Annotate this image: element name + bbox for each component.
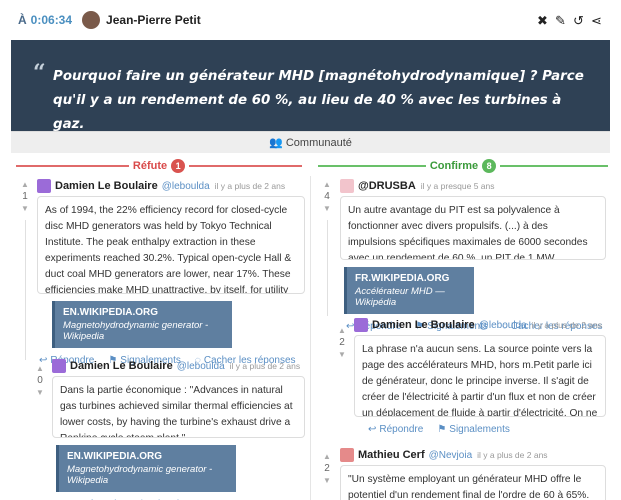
reply-icon: ↩ bbox=[368, 424, 377, 435]
argument-meta: Mathieu Cerf @Nevjoia il y a plus de 2 a… bbox=[340, 447, 606, 463]
avatar bbox=[354, 318, 368, 332]
source-domain: EN.WIKIPEDIA.ORG bbox=[67, 451, 163, 462]
reports-button[interactable]: ⚑Signalements bbox=[437, 424, 510, 435]
upvote-icon[interactable]: ▲ bbox=[320, 180, 334, 190]
refute-line bbox=[16, 165, 129, 167]
downvote-icon[interactable]: ▼ bbox=[320, 476, 334, 486]
header-actions: ✖ ✎ ↺ ⋖ bbox=[536, 14, 603, 27]
argument-card: Damien Le Boulaire @leboulda il y a plus… bbox=[37, 178, 305, 366]
refute-label: Réfute bbox=[132, 160, 168, 172]
avatar bbox=[52, 359, 66, 373]
refute-header: Réfute 1 bbox=[16, 158, 303, 174]
argument-text: Dans la partie économique : "Advances in… bbox=[52, 376, 305, 438]
vote-score: 2 bbox=[339, 337, 345, 348]
vote-widget: ▲ 0 ▼ bbox=[33, 364, 47, 398]
confirm-line bbox=[318, 165, 426, 167]
argument-meta: @DRUSBA il y a presque 5 ans bbox=[340, 178, 606, 194]
quote-icon: “ bbox=[33, 60, 46, 86]
argument-time: il y a plus de 2 ans bbox=[477, 450, 548, 460]
argument-time: il y a plus de 2 ans bbox=[214, 181, 286, 191]
vote-widget: ▲ 2 ▼ bbox=[335, 326, 349, 360]
vote-score: 0 bbox=[37, 375, 43, 386]
argument-author[interactable]: Damien Le Boulaire bbox=[55, 180, 158, 192]
speaker-avatar bbox=[82, 11, 101, 29]
source-link[interactable]: FR.WIKIPEDIA.ORG Accélérateur MHD — Wiki… bbox=[344, 267, 474, 314]
argument-card: @DRUSBA il y a presque 5 ans Un autre av… bbox=[340, 178, 606, 332]
argument-card: Mathieu Cerf @Nevjoia il y a plus de 2 a… bbox=[340, 447, 606, 500]
source-description: Magnetohydrodynamic generator - Wikipedi… bbox=[67, 464, 213, 486]
community-tab[interactable]: 👥 Communauté bbox=[11, 131, 610, 153]
argument-text: Un autre avantage du PIT est sa polyvale… bbox=[340, 196, 606, 260]
vote-score: 1 bbox=[22, 191, 28, 202]
vote-widget: ▲ 2 ▼ bbox=[320, 452, 334, 486]
community-label: Communauté bbox=[285, 137, 352, 149]
argument-author[interactable]: Damien Le Boulaire bbox=[70, 360, 173, 372]
avatar bbox=[340, 448, 354, 462]
argument-author[interactable]: Damien Le Boulaire bbox=[372, 319, 475, 331]
upvote-icon[interactable]: ▲ bbox=[320, 452, 334, 462]
reports-label: Signalements bbox=[449, 424, 510, 435]
thread-line bbox=[327, 220, 328, 316]
argument-meta: Damien Le Boulaire @leboulda il y a plus… bbox=[37, 178, 305, 194]
edit-icon[interactable]: ✎ bbox=[554, 14, 567, 27]
reply-argument-card: Damien Le Boulaire @leboulda il y a plus… bbox=[354, 317, 606, 435]
statement-box: “ Pourquoi faire un générateur MHD [magn… bbox=[11, 40, 610, 132]
confirm-line-right bbox=[500, 165, 608, 167]
flag-icon: ⚑ bbox=[437, 424, 447, 435]
downvote-icon[interactable]: ▼ bbox=[320, 204, 334, 214]
video-time[interactable]: 0:06:34 bbox=[31, 13, 72, 27]
thread-line bbox=[25, 220, 26, 360]
argument-author[interactable]: Mathieu Cerf bbox=[358, 449, 425, 461]
avatar bbox=[340, 179, 354, 193]
share-icon[interactable]: ⋖ bbox=[590, 14, 603, 27]
confirm-header: Confirme 8 bbox=[318, 158, 608, 174]
close-icon[interactable]: ✖ bbox=[536, 14, 549, 27]
reply-label: Répondre bbox=[379, 424, 424, 435]
confirm-label: Confirme bbox=[429, 160, 479, 172]
argument-handle[interactable]: @leboulda bbox=[177, 361, 225, 372]
downvote-icon[interactable]: ▼ bbox=[18, 204, 32, 214]
vote-widget: ▲ 4 ▼ bbox=[320, 180, 334, 214]
refute-line-right bbox=[189, 165, 303, 167]
source-link[interactable]: EN.WIKIPEDIA.ORG Magnetohydrodynamic gen… bbox=[52, 301, 232, 348]
vote-score: 4 bbox=[324, 191, 330, 202]
argument-text: La phrase n'a aucun sens. La source poin… bbox=[354, 335, 606, 417]
upvote-icon[interactable]: ▲ bbox=[335, 326, 349, 336]
downvote-icon[interactable]: ▼ bbox=[33, 388, 47, 398]
argument-handle[interactable]: @Nevjoia bbox=[429, 450, 473, 461]
argument-actions: ↩Répondre ⚑Signalements bbox=[354, 424, 606, 435]
column-separator bbox=[310, 176, 311, 500]
users-icon: 👥 bbox=[269, 137, 283, 149]
source-domain: EN.WIKIPEDIA.ORG bbox=[63, 307, 159, 318]
history-icon[interactable]: ↺ bbox=[572, 14, 585, 27]
upvote-icon[interactable]: ▲ bbox=[33, 364, 47, 374]
source-description: Accélérateur MHD — Wikipédia bbox=[355, 286, 445, 308]
vote-widget: ▲ 1 ▼ bbox=[18, 180, 32, 214]
argument-text: "Un système employant un générateur MHD … bbox=[340, 465, 606, 500]
top-bar: À 0:06:34 Jean-Pierre Petit ✖ ✎ ↺ ⋖ bbox=[0, 0, 621, 40]
argument-handle[interactable]: @leboulda bbox=[479, 320, 527, 331]
argument-meta: Damien Le Boulaire @leboulda il y a plus… bbox=[52, 358, 305, 374]
downvote-icon[interactable]: ▼ bbox=[335, 350, 349, 360]
statement-text: Pourquoi faire un générateur MHD [magnét… bbox=[53, 69, 584, 132]
argument-text: As of 1994, the 22% efficiency record fo… bbox=[37, 196, 305, 294]
source-description: Magnetohydrodynamic generator - Wikipedi… bbox=[63, 320, 209, 342]
argument-handle[interactable]: @leboulda bbox=[162, 181, 210, 192]
source-domain: FR.WIKIPEDIA.ORG bbox=[355, 273, 450, 284]
speaker-name[interactable]: Jean-Pierre Petit bbox=[106, 13, 201, 27]
argument-time: il y a plus de 2 ans bbox=[229, 361, 301, 371]
argument-time: il y a plus de 2 ans bbox=[531, 320, 603, 330]
vote-score: 2 bbox=[324, 463, 330, 474]
avatar bbox=[37, 179, 51, 193]
source-link[interactable]: EN.WIKIPEDIA.ORG Magnetohydrodynamic gen… bbox=[56, 445, 236, 492]
time-prefix: À bbox=[18, 13, 27, 27]
refute-count: 1 bbox=[171, 159, 186, 173]
reply-argument-card: Damien Le Boulaire @leboulda il y a plus… bbox=[52, 358, 305, 500]
upvote-icon[interactable]: ▲ bbox=[18, 180, 32, 190]
argument-meta: Damien Le Boulaire @leboulda il y a plus… bbox=[354, 317, 606, 333]
reply-button[interactable]: ↩Répondre bbox=[368, 424, 423, 435]
argument-time: il y a presque 5 ans bbox=[420, 181, 495, 191]
confirm-count: 8 bbox=[482, 159, 497, 173]
argument-author[interactable]: @DRUSBA bbox=[358, 180, 416, 192]
